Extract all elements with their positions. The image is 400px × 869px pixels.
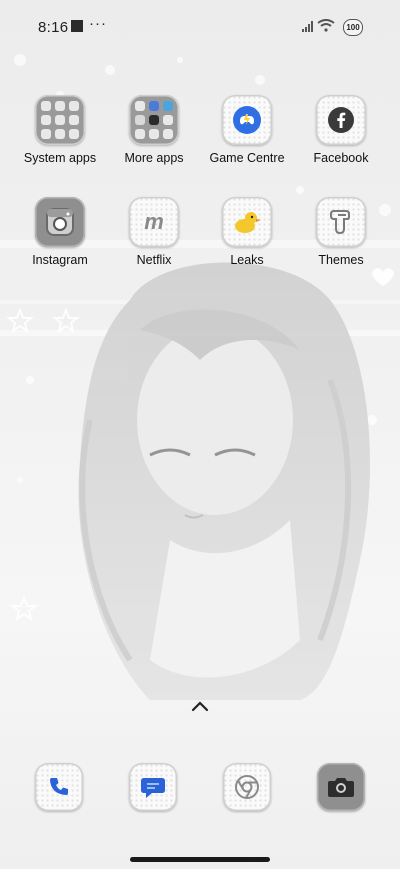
instagram-icon [35,197,85,247]
app-label: Game Centre [209,151,285,165]
status-bar: 8:16 ··· 100 [0,0,400,52]
chevron-up-icon[interactable] [191,700,209,712]
app-game-centre[interactable]: Game Centre [202,95,292,165]
dock-chrome[interactable] [202,763,292,811]
duck-icon [222,197,272,247]
app-netflix[interactable]: m Netflix [109,197,199,267]
facebook-icon [316,95,366,145]
folder-icon [129,95,179,145]
battery-icon: 100 [343,19,363,36]
chrome-icon [223,763,271,811]
wifi-icon [317,19,335,32]
phone-icon [35,763,83,811]
status-time: 8:16 [38,19,69,36]
notification-square-icon [71,20,83,32]
messages-icon [129,763,177,811]
app-label: Facebook [313,151,369,165]
app-system-apps[interactable]: System apps [15,95,105,165]
app-more-apps[interactable]: More apps [109,95,199,165]
netflix-icon: m [129,197,179,247]
dock-camera[interactable] [296,763,386,811]
folder-icon [35,95,85,145]
app-themes[interactable]: Themes [296,197,386,267]
app-instagram[interactable]: Instagram [15,197,105,267]
svg-text:m: m [144,210,164,234]
camera-icon [317,763,365,811]
app-label: Netflix [136,253,172,267]
app-leaks[interactable]: Leaks [202,197,292,267]
themes-icon [316,197,366,247]
app-label: Leaks [230,253,264,267]
dock-phone[interactable] [14,763,104,811]
app-label: Themes [318,253,364,267]
game-controller-icon [222,95,272,145]
app-label: Instagram [32,253,88,267]
app-label: System apps [23,151,97,165]
more-notifications-indicator: ··· [89,15,107,32]
app-label: More apps [124,151,184,165]
app-facebook[interactable]: Facebook [296,95,386,165]
gesture-navigation-bar[interactable] [130,857,270,862]
dock-messages[interactable] [108,763,198,811]
signal-icon [302,21,313,32]
